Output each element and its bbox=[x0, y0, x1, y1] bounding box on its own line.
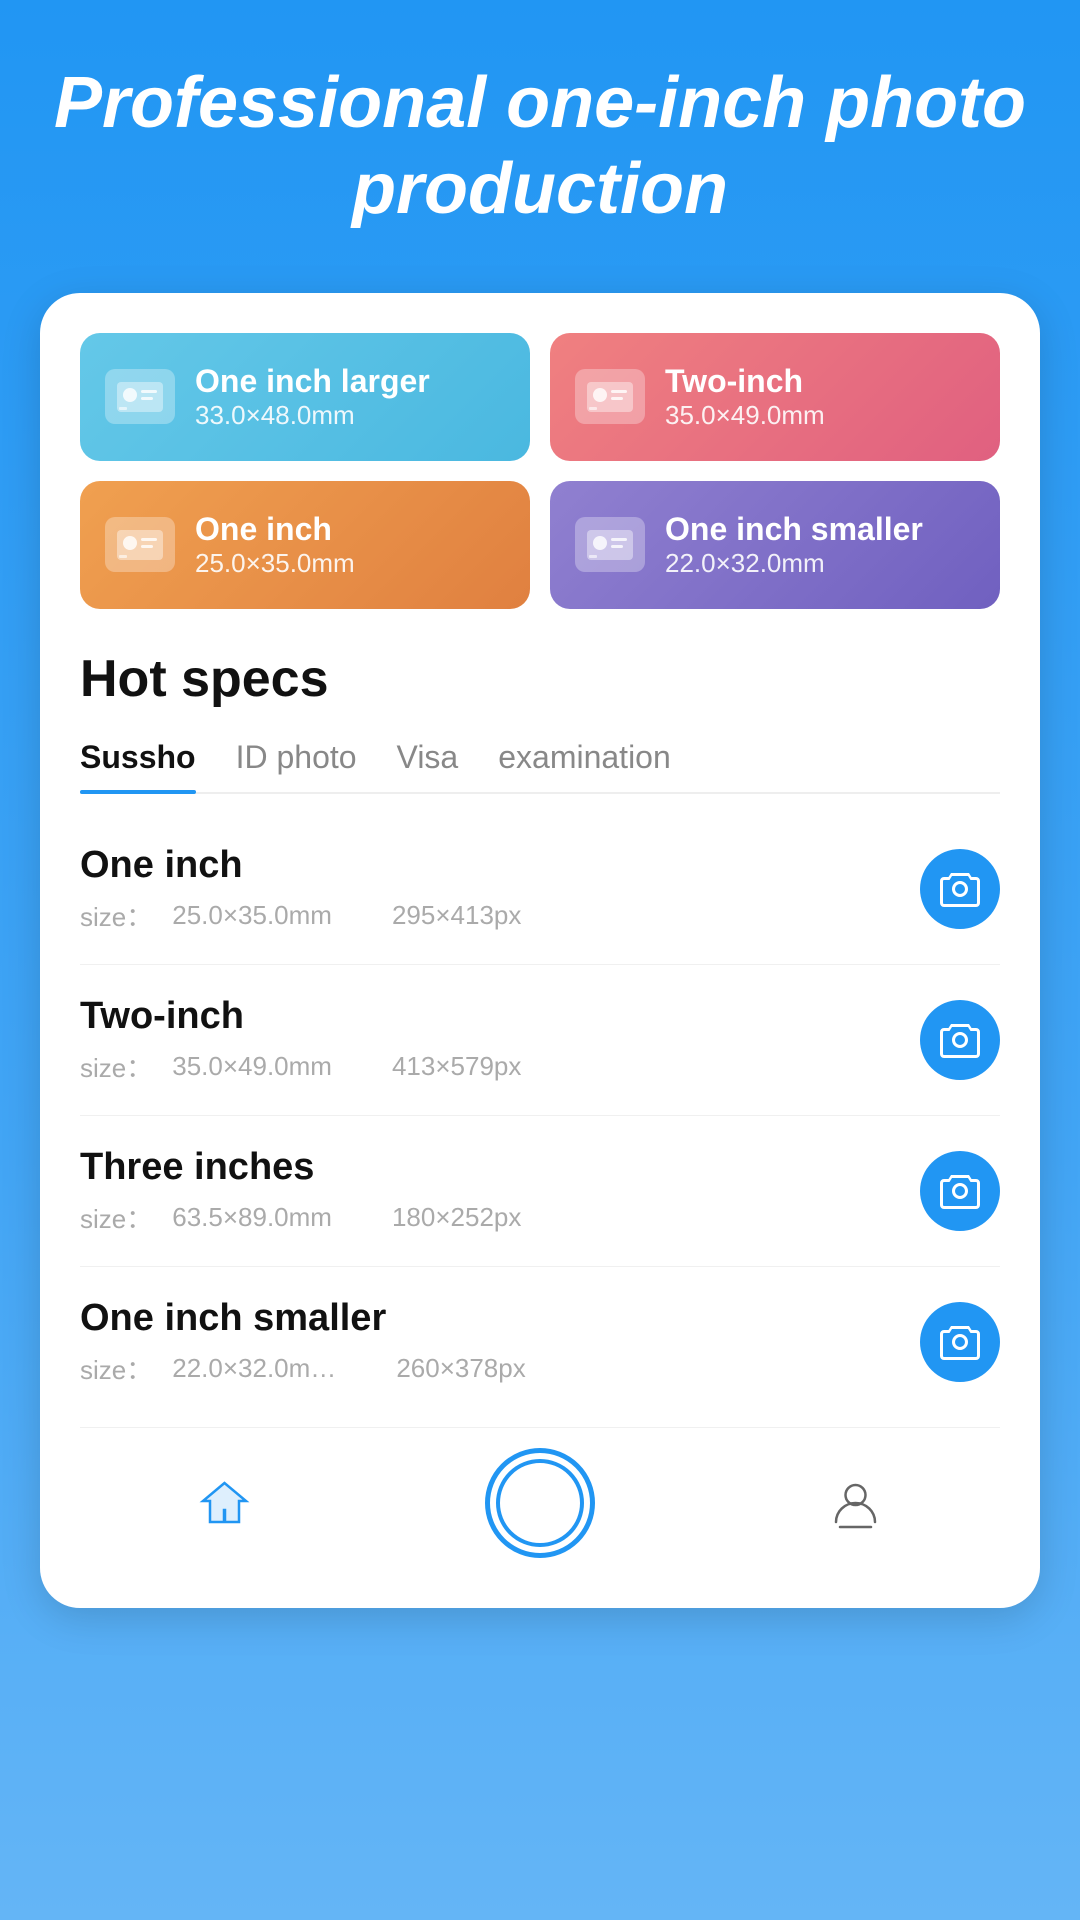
tab-examination[interactable]: examination bbox=[498, 739, 671, 792]
tile-one-inch-text: One inch 25.0×35.0mm bbox=[195, 511, 355, 579]
camera-button-one-inch[interactable] bbox=[920, 849, 1000, 929]
center-camera-button[interactable] bbox=[485, 1448, 595, 1558]
home-nav-button[interactable] bbox=[197, 1475, 252, 1530]
main-card: One inch larger 33.0×48.0mm Two-inch 35.… bbox=[40, 293, 1040, 1608]
spec-item-one-inch: One inch size： 25.0×35.0mm 295×413px bbox=[80, 814, 1000, 965]
tab-visa[interactable]: Visa bbox=[397, 739, 459, 792]
profile-nav-button[interactable] bbox=[828, 1475, 883, 1530]
spec-item-three-inches: Three inches size： 63.5×89.0mm 180×252px bbox=[80, 1116, 1000, 1267]
tab-sussho[interactable]: Sussho bbox=[80, 739, 196, 792]
bottom-nav bbox=[80, 1427, 1000, 1568]
spec-info-two-inch: Two-inch size： 35.0×49.0mm 413×579px bbox=[80, 995, 920, 1085]
camera-button-three-inches[interactable] bbox=[920, 1151, 1000, 1231]
camera-button-one-inch-smaller[interactable] bbox=[920, 1302, 1000, 1382]
id-card-icon-blue bbox=[105, 369, 175, 424]
tile-one-inch-larger-text: One inch larger 33.0×48.0mm bbox=[195, 363, 430, 431]
tile-one-inch-smaller-text: One inch smaller 22.0×32.0mm bbox=[665, 511, 923, 579]
tile-one-inch-larger[interactable]: One inch larger 33.0×48.0mm bbox=[80, 333, 530, 461]
hot-specs-title: Hot specs bbox=[80, 649, 1000, 709]
spec-list: One inch size： 25.0×35.0mm 295×413px Two… bbox=[80, 814, 1000, 1417]
spec-details-three-inches: size： 63.5×89.0mm 180×252px bbox=[80, 1199, 920, 1236]
spec-info-one-inch-smaller: One inch smaller size： 22.0×32.0m… 260×3… bbox=[80, 1297, 920, 1387]
tile-one-inch-smaller[interactable]: One inch smaller 22.0×32.0mm bbox=[550, 481, 1000, 609]
hero-title: Professional one-inch photo production bbox=[40, 60, 1040, 233]
spec-item-two-inch: Two-inch size： 35.0×49.0mm 413×579px bbox=[80, 965, 1000, 1116]
spec-info-three-inches: Three inches size： 63.5×89.0mm 180×252px bbox=[80, 1146, 920, 1236]
id-card-icon-orange bbox=[105, 517, 175, 572]
tile-one-inch[interactable]: One inch 25.0×35.0mm bbox=[80, 481, 530, 609]
tab-id-photo[interactable]: ID photo bbox=[236, 739, 357, 792]
tabs-bar: Sussho ID photo Visa examination bbox=[80, 739, 1000, 794]
photo-grid: One inch larger 33.0×48.0mm Two-inch 35.… bbox=[80, 333, 1000, 609]
spec-details-two-inch: size： 35.0×49.0mm 413×579px bbox=[80, 1048, 920, 1085]
tile-two-inch[interactable]: Two-inch 35.0×49.0mm bbox=[550, 333, 1000, 461]
camera-button-two-inch[interactable] bbox=[920, 1000, 1000, 1080]
tile-two-inch-text: Two-inch 35.0×49.0mm bbox=[665, 363, 825, 431]
spec-info-one-inch: One inch size： 25.0×35.0mm 295×413px bbox=[80, 844, 920, 934]
spec-item-one-inch-smaller: One inch smaller size： 22.0×32.0m… 260×3… bbox=[80, 1267, 1000, 1417]
id-card-icon-purple bbox=[575, 517, 645, 572]
spec-details-one-inch: size： 25.0×35.0mm 295×413px bbox=[80, 897, 920, 934]
id-card-icon-pink bbox=[575, 369, 645, 424]
spec-details-one-inch-smaller: size： 22.0×32.0m… 260×378px bbox=[80, 1350, 920, 1387]
